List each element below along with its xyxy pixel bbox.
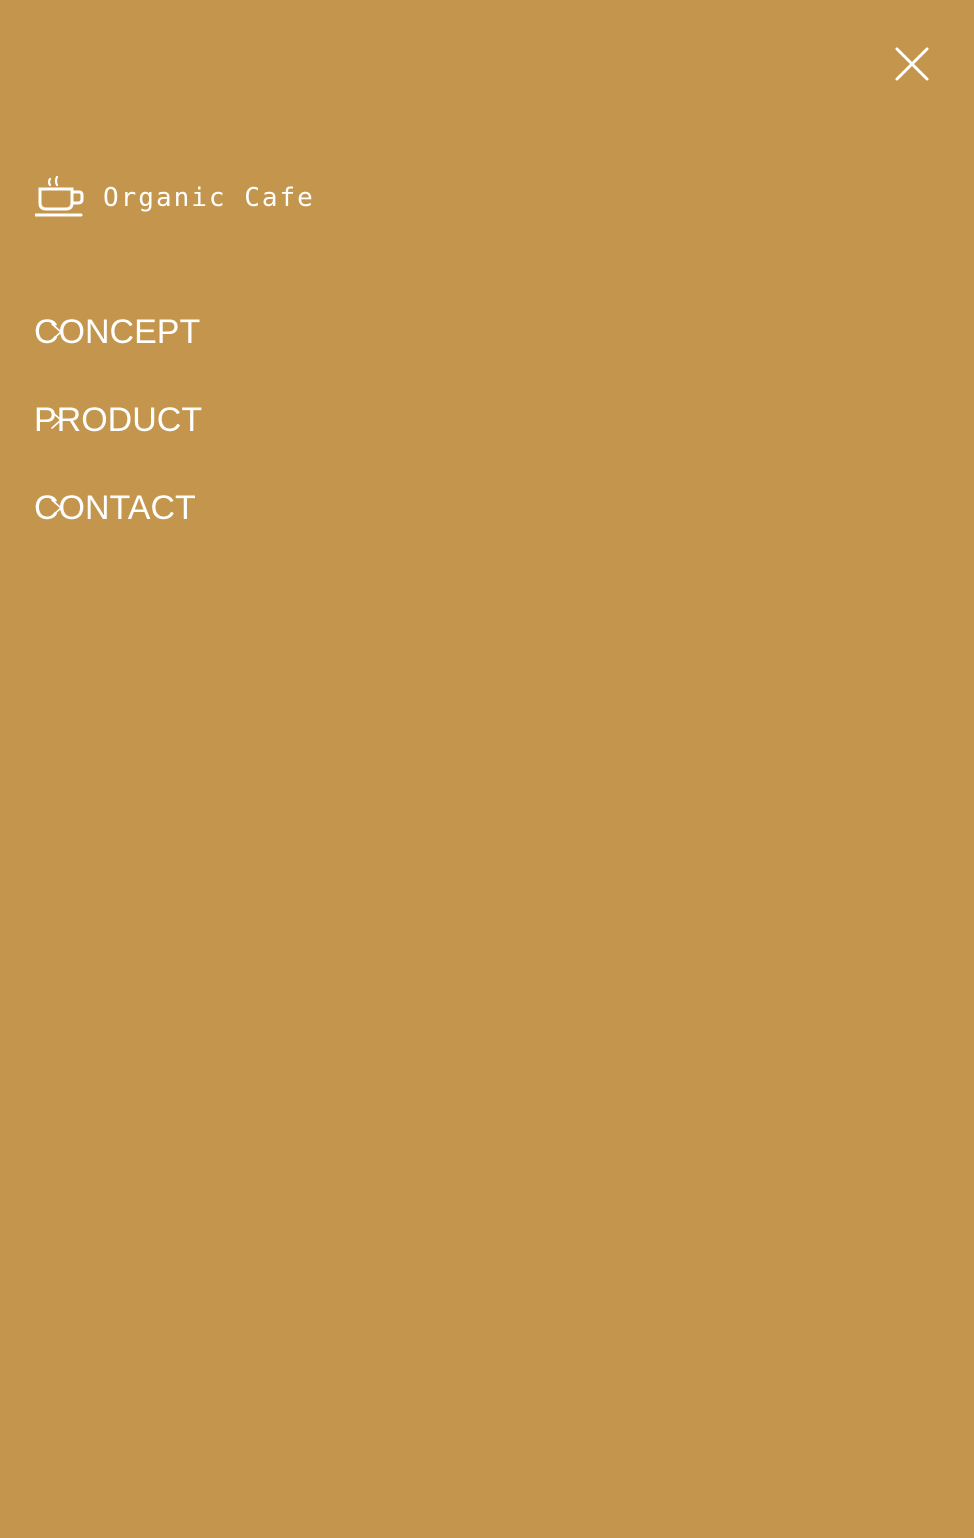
menu-item-contact[interactable]: CONTACT: [34, 486, 202, 574]
close-menu-button[interactable]: [892, 44, 932, 84]
brand-logo[interactable]: Organic Cafe: [35, 174, 315, 220]
menu-item-label: CONCEPT: [34, 313, 201, 351]
close-icon: [895, 47, 929, 81]
menu-item-label: CONTACT: [34, 489, 196, 527]
coffee-cup-icon: [35, 175, 84, 217]
brand-name: Organic Cafe: [103, 183, 315, 213]
menu-item-label: PRODUCT: [34, 401, 203, 439]
nav-menu: CONCEPT PRODUCT CONTACT: [34, 310, 202, 574]
menu-item-concept[interactable]: CONCEPT: [34, 310, 202, 398]
menu-item-product[interactable]: PRODUCT: [34, 398, 202, 486]
